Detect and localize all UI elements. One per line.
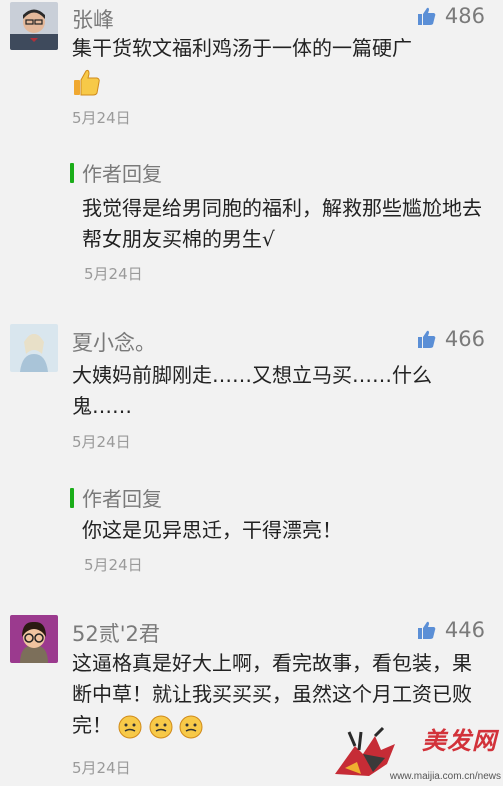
reply-date: 5月24日 [84,556,143,574]
like-button[interactable]: 486 [417,4,485,28]
comment-author: 52贰'2君 [72,622,160,646]
watermark-url: www.maijia.com.cn/news [389,771,501,782]
reply-accent-bar [70,487,74,508]
watermark-logo: 美发网 www.maijia.com.cn/news [325,722,503,786]
like-button[interactable]: 446 [417,618,485,642]
thumbs-up-icon [417,330,436,348]
avatar[interactable] [10,324,58,372]
like-button[interactable]: 466 [417,327,485,351]
comment-date: 5月24日 [72,433,131,451]
like-count: 486 [444,4,485,28]
comment-text: 大姨妈前脚刚走……又想立马买……什么鬼…… [72,363,432,418]
comment-item: 张峰 486 集干货软文福利鸡汤于一体的一篇硬广 5月24日 作者回复 我觉得是… [0,0,503,283]
grimace-emoji-icon [149,715,173,738]
grimace-emoji-icon [118,715,142,738]
avatar[interactable] [10,2,58,50]
author-reply-label: 作者回复 [70,158,162,187]
thumbs-up-icon [417,7,436,25]
reply-accent-bar [70,162,74,183]
reply-date: 5月24日 [84,265,143,283]
watermark-brand: 美发网 [422,726,497,755]
reply-text: 你这是见异思迁，干得漂亮！ [82,518,342,542]
thumbs-up-emoji-icon [74,69,100,96]
comment-date: 5月24日 [72,759,131,777]
comment-date: 5月24日 [72,109,131,127]
comment-author: 张峰 [72,8,114,32]
reply-text: 我觉得是给男同胞的福利，解救那些尴尬地去帮女朋友买棉的男生√ [82,196,482,251]
like-count: 466 [444,327,485,351]
comment-item: 夏小念。 466 大姨妈前脚刚走……又想立马买……什么鬼…… 5月24日 作者回… [0,318,503,578]
like-count: 446 [444,618,485,642]
author-reply-label: 作者回复 [70,483,162,512]
avatar[interactable] [10,615,58,663]
grimace-emoji-icon [179,715,203,738]
comment-text: 集干货软文福利鸡汤于一体的一篇硬广 [72,33,482,98]
thumbs-up-icon [417,621,436,639]
comment-author: 夏小念。 [72,331,156,355]
